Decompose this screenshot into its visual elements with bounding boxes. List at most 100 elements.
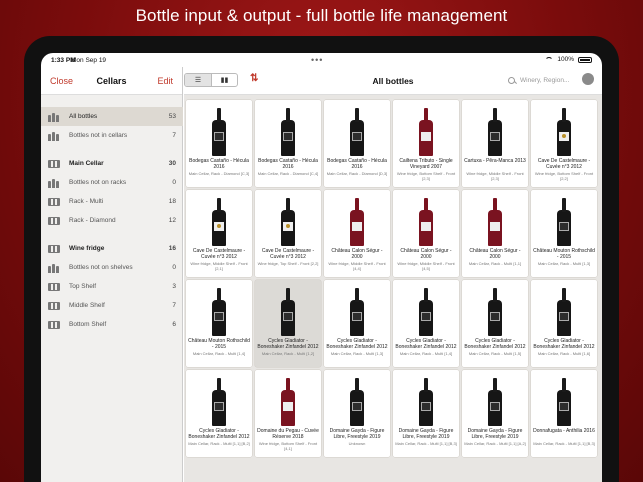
- bottle-card[interactable]: Domaine Gayda - Figure Libre, Freestyle …: [462, 370, 528, 457]
- bottle-icon: [488, 288, 502, 336]
- bottle-card[interactable]: Cycles Gladiator - Boneshaker Zinfandel …: [255, 280, 321, 367]
- bottle-location: Wine fridge, Middle Shelf - Front [4,5]: [397, 261, 455, 271]
- sidebar-item[interactable]: Rack - Multi 18: [41, 192, 183, 211]
- bottle-card[interactable]: Château Calon Ségur - 2000 Main Cellar, R…: [462, 190, 528, 277]
- bottle-card[interactable]: Château Calon Ségur - 2000 Wine fridge, M…: [324, 190, 390, 277]
- sidebar-item[interactable]: Bottom Shelf 6: [41, 315, 183, 334]
- shelf-icon: [48, 320, 60, 329]
- bottle-card[interactable]: Cycles Gladiator - Boneshaker Zinfandel …: [393, 280, 459, 367]
- bottles-icon: [48, 131, 60, 141]
- bottle-card[interactable]: Cycles Gladiator - Boneshaker Zinfandel …: [186, 370, 252, 457]
- sidebar-item-count: 16: [168, 245, 176, 252]
- bottle-icon: [350, 108, 364, 156]
- promo-title: Bottle input & output - full bottle life…: [135, 6, 508, 25]
- bottle-name: Bodegas Castaño - Hécula 2016: [327, 158, 387, 170]
- bottle-image: [324, 100, 390, 158]
- sidebar-item[interactable]: Rack - Diamond 12: [41, 211, 183, 230]
- search-placeholder: Winery, Region...: [520, 76, 570, 84]
- sidebar-item-count: 7: [172, 302, 176, 309]
- bottle-image: [255, 100, 321, 158]
- sidebar-item[interactable]: Bottles not on shelves 0: [41, 258, 183, 277]
- bottles-icon: [48, 112, 60, 122]
- battery-icon: [578, 56, 592, 63]
- sidebar-item-label: All bottles: [69, 113, 98, 120]
- bottle-image: [186, 100, 252, 158]
- bottle-name: Cave De Castelmaure - Cuvée n°3 2012: [261, 248, 315, 260]
- sidebar-item-count: 18: [168, 198, 176, 205]
- bottles-icon: [48, 263, 60, 273]
- sidebar-item[interactable]: Bottles not in cellars 7: [41, 126, 183, 145]
- bottle-card[interactable]: Cycles Gladiator - Boneshaker Zinfandel …: [531, 280, 597, 367]
- sidebar-item[interactable]: Top Shelf 3: [41, 277, 183, 296]
- bottle-card[interactable]: Domaine Gayda - Figure Libre, Freestyle …: [393, 370, 459, 457]
- bottle-location: Main Cellar, Rack - Multi [1,1]: [468, 261, 522, 266]
- bottle-image: [324, 370, 390, 428]
- bottle-card[interactable]: Château Mouton Rothschild - 2015 Main Cel…: [186, 280, 252, 367]
- bottles-toolbar: ☰ ▮▮ ⇅ All bottles Winery, Region...: [184, 67, 602, 95]
- bottle-image: [531, 100, 597, 158]
- bottle-image: [393, 370, 459, 428]
- sidebar-item-count: 0: [172, 264, 176, 271]
- sidebar-item-label: Bottles not on shelves: [69, 264, 133, 271]
- bottle-card[interactable]: Cartuxa - Pêra-Manca 2013 Wine fridge, Mi…: [462, 100, 528, 187]
- bottle-name: Cycles Gladiator - Boneshaker Zinfandel …: [395, 338, 457, 350]
- bottle-card[interactable]: Donnafugata - Anthilia 2016 Main Cellar, …: [531, 370, 597, 457]
- sidebar-item[interactable]: Main Cellar 30: [41, 154, 183, 173]
- bottle-icon: [281, 108, 295, 156]
- edit-button[interactable]: Edit: [157, 76, 173, 86]
- bottle-image: [393, 100, 459, 158]
- bottle-card[interactable]: Château Calon Ségur - 2000 Wine fridge, M…: [393, 190, 459, 277]
- bottle-location: Wine fridge, Middle Shelf - Front [2,3]: [466, 171, 524, 181]
- bottle-location: Main Cellar, Rack - Multi [1,4]: [399, 351, 453, 356]
- bottle-image: [462, 370, 528, 428]
- bottle-location: Main Cellar, Rack - Multi [1,5]: [468, 351, 522, 356]
- search-field[interactable]: Winery, Region...: [508, 74, 580, 86]
- bottle-card[interactable]: Bodegas Castaño - Hécula 2016 Main Cellar…: [186, 100, 252, 187]
- sidebar-item-label: Bottles not in cellars: [69, 132, 128, 139]
- bottle-card[interactable]: Cailtena Tributo - Single Vineyard 2007 W…: [393, 100, 459, 187]
- sidebar-item[interactable]: Bottles not on racks 0: [41, 173, 183, 192]
- bottle-card[interactable]: Domaine du Pegau - Cuvée Réserve 2018 Win…: [255, 370, 321, 457]
- bottle-image: [186, 280, 252, 338]
- sidebar-item[interactable]: All bottles 53: [41, 107, 183, 126]
- bottle-location: Main Cellar, Rack - Multi [1,4]: [192, 351, 246, 356]
- profile-icon[interactable]: [582, 73, 594, 85]
- bottle-card[interactable]: Bodegas Castaño - Hécula 2016 Main Cellar…: [255, 100, 321, 187]
- bottle-card[interactable]: Domaine Gayda - Figure Libre, Freestyle …: [324, 370, 390, 457]
- bottle-icon: [488, 108, 502, 156]
- bottle-icon: [419, 198, 433, 246]
- bottle-card[interactable]: Bodegas Castaño - Hécula 2016 Main Cellar…: [324, 100, 390, 187]
- bottle-name: Cycles Gladiator - Boneshaker Zinfandel …: [188, 428, 250, 440]
- bottle-image: [186, 370, 252, 428]
- bottle-image: [531, 190, 597, 248]
- bottle-icon: [350, 378, 364, 426]
- sidebar-item[interactable]: Middle Shelf 7: [41, 296, 183, 315]
- sidebar-item[interactable]: Wine fridge 16: [41, 239, 183, 258]
- bottle-location: Wine fridge, Bottom Shelf - Front [4,1]: [258, 441, 318, 451]
- bottle-card[interactable]: Cycles Gladiator - Boneshaker Zinfandel …: [324, 280, 390, 367]
- bottle-card[interactable]: Cave De Castelmaure - Cuvée n°3 2012 Wine…: [531, 100, 597, 187]
- bottle-image: [462, 100, 528, 158]
- bottle-location: Main Cellar, Rack - Multi [1,3]: [330, 351, 384, 356]
- bottle-icon: [419, 378, 433, 426]
- bottle-image: [393, 190, 459, 248]
- bottle-name: Cave De Castelmaure - Cuvée n°3 2012: [192, 248, 246, 260]
- bottle-card[interactable]: Château Mouton Rothschild - 2015 Main Cel…: [531, 190, 597, 277]
- bottle-name: Domaine Gayda - Figure Libre, Freestyle …: [329, 428, 385, 440]
- sidebar-item-count: 30: [168, 160, 176, 167]
- sidebar-item-label: Bottles not on racks: [69, 179, 127, 186]
- multitasking-dots-icon[interactable]: •••: [311, 55, 323, 65]
- bottle-icon: [212, 378, 226, 426]
- bottle-card[interactable]: Cave De Castelmaure - Cuvée n°3 2012 Wine…: [186, 190, 252, 277]
- sidebar-header: Close Cellars Edit: [41, 67, 182, 95]
- bottle-name: Cycles Gladiator - Boneshaker Zinfandel …: [464, 338, 526, 350]
- bottle-card[interactable]: Cycles Gladiator - Boneshaker Zinfandel …: [462, 280, 528, 367]
- bottle-icon: [350, 288, 364, 336]
- bottle-name: Château Calon Ségur - 2000: [331, 248, 383, 260]
- sidebar-item-label: Rack - Diamond: [69, 217, 116, 224]
- bottle-icon: [557, 378, 571, 426]
- bottle-location: Wine fridge, Top Shelf - Front [2,2]: [257, 261, 319, 266]
- bottle-name: Cycles Gladiator - Boneshaker Zinfandel …: [257, 338, 319, 350]
- bottle-card[interactable]: Cave De Castelmaure - Cuvée n°3 2012 Wine…: [255, 190, 321, 277]
- bottle-image: [255, 370, 321, 428]
